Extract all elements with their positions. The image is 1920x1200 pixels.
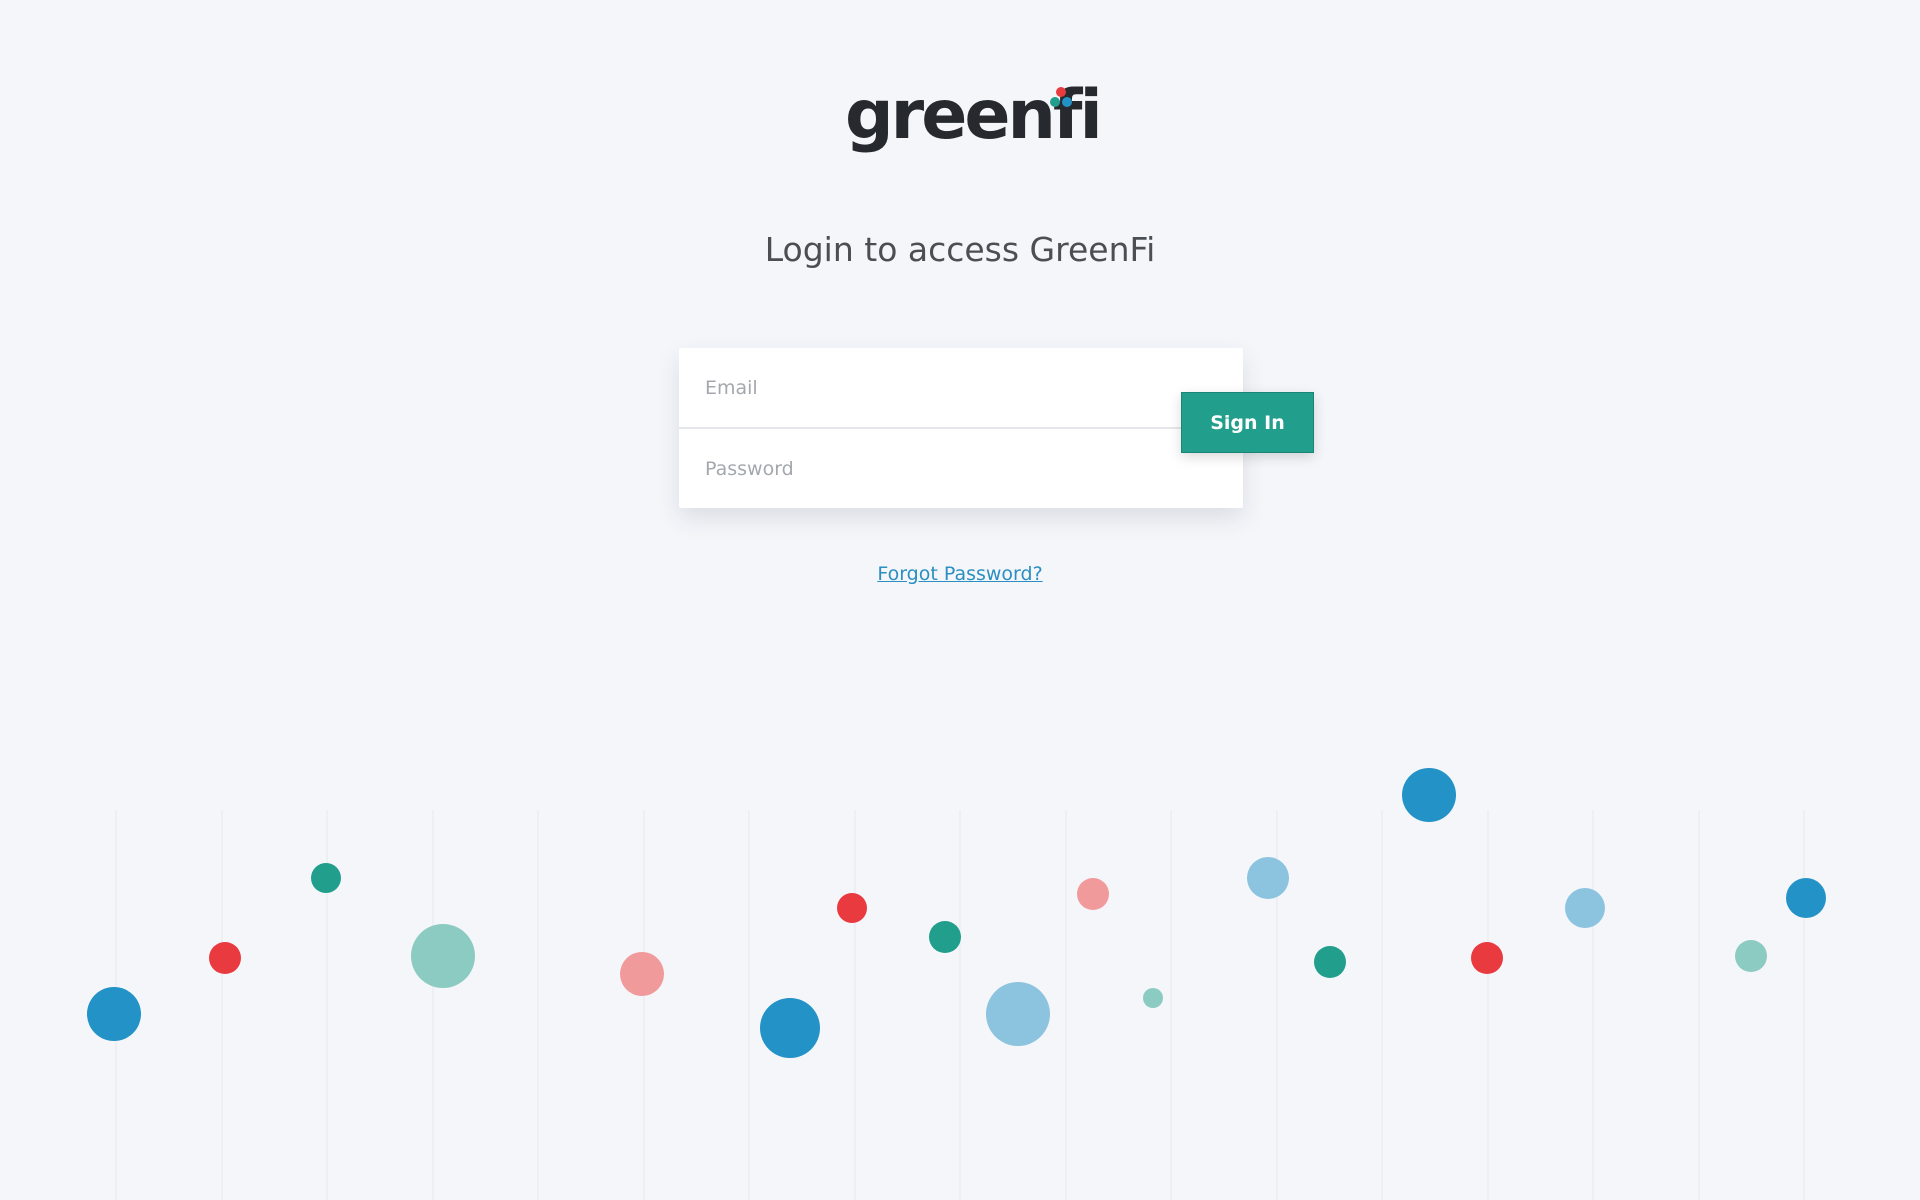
decor-dot bbox=[311, 863, 341, 893]
decor-dot bbox=[1314, 946, 1346, 978]
decor-dot bbox=[87, 987, 141, 1041]
grid-lines bbox=[115, 810, 1805, 1200]
sign-in-button[interactable]: Sign In bbox=[1181, 392, 1314, 453]
decor-dot bbox=[837, 893, 867, 923]
decor-dot bbox=[929, 921, 961, 953]
decor-dot bbox=[1077, 878, 1109, 910]
decor-dot bbox=[986, 982, 1050, 1046]
decor-dot bbox=[1471, 942, 1503, 974]
decor-dot bbox=[1402, 768, 1456, 822]
decor-dot bbox=[1786, 878, 1826, 918]
dots bbox=[87, 768, 1826, 1058]
decor-dot bbox=[1247, 857, 1289, 899]
forgot-password-link[interactable]: Forgot Password? bbox=[877, 563, 1042, 585]
decor-dot bbox=[1143, 988, 1163, 1008]
decor-dot bbox=[411, 924, 475, 988]
decor-dot bbox=[1735, 940, 1767, 972]
decor-dot bbox=[1565, 888, 1605, 928]
decor-dot bbox=[209, 942, 241, 974]
decorative-dots-background bbox=[87, 768, 1826, 1200]
email-field[interactable] bbox=[679, 348, 1243, 427]
login-form bbox=[679, 348, 1243, 508]
password-field[interactable] bbox=[679, 429, 1243, 508]
decor-dot bbox=[760, 998, 820, 1058]
greenfi-logo: greenfi bbox=[845, 82, 1103, 172]
forgot-password-container: Forgot Password? bbox=[0, 563, 1920, 585]
logo-dots-icon bbox=[1050, 87, 1072, 107]
decor-dot bbox=[620, 952, 664, 996]
page-title: Login to access GreenFi bbox=[764, 230, 1156, 269]
login-page: greenfi Login to access GreenFi Sign In … bbox=[0, 0, 1920, 1200]
